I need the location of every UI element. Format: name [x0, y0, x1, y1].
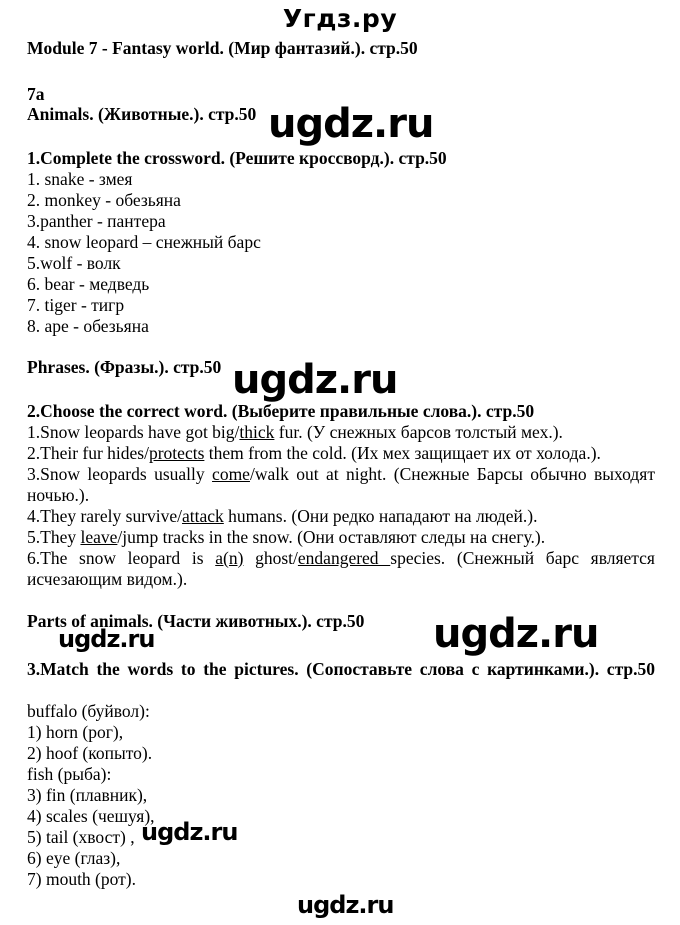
- list-item: 1) horn (рог),: [27, 722, 124, 742]
- list-item: 7) mouth (рот).: [27, 869, 136, 889]
- site-title: Угдз.ру: [282, 4, 398, 33]
- list-item: 5.wolf - волк: [27, 253, 121, 273]
- section1-task: 1.Complete the crossword. (Решите кроссв…: [27, 148, 447, 168]
- list-item: 2) hoof (копыто).: [27, 743, 153, 763]
- watermark: ugdz.ru: [268, 101, 434, 147]
- correct-answer: attack: [182, 506, 224, 526]
- sentence-item: 2.Their fur hides/protects them from the…: [27, 443, 601, 463]
- list-item: 3.panther - пантера: [27, 211, 166, 231]
- group-label: fish (рыба):: [27, 764, 112, 784]
- watermark: ugdz.ru: [297, 891, 394, 919]
- section1-heading: Animals. (Животные.). стр.50: [27, 104, 257, 124]
- sentence-item: 6.The snow leopard is a(n) ghost/endange…: [27, 548, 655, 589]
- list-item: 7. tiger - тигр: [27, 295, 125, 315]
- watermark: ugdz.ru: [433, 611, 599, 657]
- list-item: 4. snow leopard – снежный барс: [27, 232, 261, 252]
- list-item: 6. bear - медведь: [27, 274, 150, 294]
- correct-answer: come: [212, 464, 250, 484]
- group-label: buffalo (буйвол):: [27, 701, 150, 721]
- watermark: ugdz.ru: [141, 818, 238, 846]
- section2-task: 2.Choose the correct word. (Выберите пра…: [27, 401, 535, 421]
- section3-task: 3.Match the words to the pictures. (Сопо…: [27, 659, 655, 679]
- correct-answer: thick: [239, 422, 275, 442]
- sentence-item: 3.Snow leopards usually come/walk out at…: [27, 464, 655, 505]
- sentence-item: 4.They rarely survive/attack humans. (Он…: [27, 506, 538, 526]
- correct-answer: a(n): [215, 548, 244, 568]
- list-item: 6) eye (глаз),: [27, 848, 121, 868]
- correct-answer: leave: [80, 527, 118, 547]
- list-item: 4) scales (чешуя),: [27, 806, 155, 826]
- list-item: 2. monkey - обезьяна: [27, 190, 181, 210]
- watermark: ugdz.ru: [232, 357, 398, 403]
- document-page: Угдз.ру Module 7 - Fantasy world. (Мир ф…: [0, 0, 680, 925]
- section2-heading: Phrases. (Фразы.). стр.50: [27, 357, 222, 377]
- unit-label: 7a: [27, 84, 45, 104]
- list-item: 8. ape - обезьяна: [27, 316, 149, 336]
- list-item: 1. snake - змея: [27, 169, 133, 189]
- watermark: ugdz.ru: [58, 625, 155, 653]
- list-item: 3) fin (плавник),: [27, 785, 148, 805]
- module-title: Module 7 - Fantasy world. (Мир фантазий.…: [27, 38, 418, 58]
- list-item: 5) tail (хвост) ,: [27, 827, 135, 847]
- sentence-item: 5.They leave/jump tracks in the snow. (О…: [27, 527, 546, 547]
- correct-answer: protects: [148, 443, 205, 463]
- correct-answer: endangered: [297, 548, 391, 568]
- sentence-item: 1.Snow leopards have got big/thick fur. …: [27, 422, 563, 442]
